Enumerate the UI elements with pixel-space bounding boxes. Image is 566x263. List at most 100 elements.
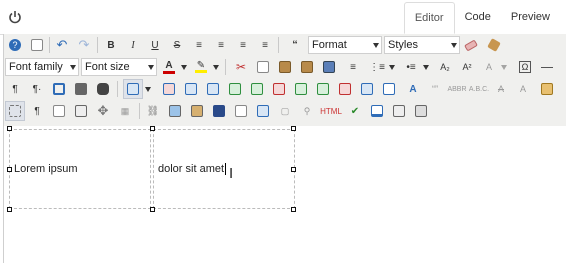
spellcheck-icon[interactable]: ✔ [345, 101, 365, 121]
quote-icon: “” [432, 84, 438, 94]
numbered-list-button[interactable]: ⋮≡ [367, 57, 387, 77]
find-icon[interactable] [93, 79, 113, 99]
delete-table-icon[interactable] [159, 79, 179, 99]
font-color-button[interactable]: A [159, 57, 179, 77]
delete-col-icon[interactable] [335, 79, 355, 99]
align-center-button[interactable]: ≡ [211, 35, 231, 55]
cell-2-text: dolor sit amet [158, 163, 225, 175]
horizontal-rule-icon[interactable] [537, 57, 557, 77]
paste-text-icon[interactable] [297, 57, 317, 77]
resize-handle-tl[interactable] [7, 126, 12, 131]
insert-col-after-icon[interactable] [313, 79, 333, 99]
resize-handle-tr[interactable] [291, 126, 296, 131]
nonbreaking-icon[interactable] [389, 101, 409, 121]
editor-content-area[interactable]: Lorem ipsum dolor sit amet Ⅰ [3, 126, 566, 263]
insert-row-before-icon[interactable] [225, 79, 245, 99]
undo-button[interactable]: ↶ [52, 35, 72, 55]
resize-handle-tm[interactable] [150, 126, 155, 131]
table-cell-2[interactable]: dolor sit amet [153, 129, 295, 209]
fullscreen-icon[interactable] [49, 79, 69, 99]
bullet-list-button[interactable]: •≡ [401, 57, 421, 77]
special-char-icon[interactable]: Ω [515, 57, 535, 77]
absolute-icon: ▦ [120, 105, 130, 116]
cell-1-text: Lorem ipsum [14, 163, 78, 175]
table-dropdown[interactable] [143, 79, 153, 99]
save-icon[interactable] [209, 101, 229, 121]
table-row-icon[interactable] [181, 79, 201, 99]
acronym-icon: A.B.C. [468, 85, 490, 93]
highlight-color-dropdown[interactable] [211, 57, 221, 77]
align-right-button[interactable]: ≡ [255, 35, 275, 55]
cut-icon[interactable]: ✂ [231, 57, 251, 77]
abbr-icon: ABBR [447, 85, 467, 93]
align-left-button[interactable]: ≡ [233, 35, 253, 55]
paste-word-icon[interactable] [319, 57, 339, 77]
underline-button[interactable]: U [145, 35, 165, 55]
resize-handle-mr[interactable] [291, 167, 296, 172]
code-icon[interactable]: HTML [320, 101, 342, 121]
template-icon[interactable] [49, 101, 69, 121]
superscript-button[interactable]: A² [457, 57, 477, 77]
bullet-list-dropdown[interactable] [421, 57, 431, 77]
redo-button[interactable]: ↷ [74, 35, 94, 55]
insert-layer-icon[interactable] [71, 101, 91, 121]
visual-aid-button[interactable] [5, 101, 25, 121]
delete-row-icon[interactable] [269, 79, 289, 99]
font-size-select[interactable]: Font size [81, 58, 157, 76]
direction-dropdown [499, 57, 509, 77]
subscript-button[interactable]: A₂ [435, 57, 455, 77]
align-justify-button[interactable]: ≡ [189, 35, 209, 55]
move-icon[interactable]: ✥ [93, 101, 113, 121]
font-family-select[interactable]: Font family [5, 58, 79, 76]
resize-handle-bm[interactable] [150, 207, 155, 212]
format-painter-icon[interactable] [484, 35, 504, 55]
table-cell-1[interactable]: Lorem ipsum [9, 129, 151, 209]
image-icon[interactable] [165, 101, 185, 121]
editor-toolbar: ? ↶ ↷ B I U S ≡ ≡ ≡ ≡ “ Format Styles Fo… [3, 34, 566, 127]
help-button[interactable]: ? [5, 35, 25, 55]
eraser-icon[interactable] [461, 35, 481, 55]
style-props-icon[interactable]: A [403, 79, 423, 99]
numbered-list-dropdown[interactable] [387, 57, 397, 77]
paste-icon[interactable] [275, 57, 295, 77]
paragraph-marks-button[interactable]: ¶ [5, 79, 25, 99]
show-blocks-button[interactable]: ¶ [27, 101, 47, 121]
italic-button[interactable]: I [123, 35, 143, 55]
table-cell-icon[interactable] [203, 79, 223, 99]
insert-table-button[interactable] [123, 79, 143, 99]
styles-select[interactable]: Styles [384, 36, 460, 54]
view-tabs: Editor Code Preview [403, 2, 560, 34]
power-icon[interactable] [8, 10, 22, 24]
new-document-button[interactable] [27, 35, 47, 55]
insert-col-before-icon[interactable] [291, 79, 311, 99]
tab-code[interactable]: Code [455, 2, 501, 34]
bold-button[interactable]: B [101, 35, 121, 55]
highlight-color-button[interactable]: ✎ [191, 57, 211, 77]
ins-icon: A [519, 84, 526, 94]
tab-preview[interactable]: Preview [501, 2, 560, 34]
copy-icon[interactable] [253, 57, 273, 77]
media-icon[interactable] [187, 101, 207, 121]
strikethrough-button[interactable]: S [167, 35, 187, 55]
paragraph-direction-button[interactable]: ¶· [27, 79, 47, 99]
page-break-icon[interactable] [367, 101, 387, 121]
preview-icon[interactable] [231, 101, 251, 121]
tab-editor[interactable]: Editor [403, 2, 455, 34]
content-table[interactable]: Lorem ipsum dolor sit amet [9, 129, 295, 209]
indent-icon[interactable]: ≡ [343, 57, 363, 77]
resize-handle-br[interactable] [291, 207, 296, 212]
document-props-icon[interactable] [253, 101, 273, 121]
insert-datetime-icon[interactable] [411, 101, 431, 121]
format-select[interactable]: Format [308, 36, 382, 54]
link-icon[interactable]: ⛓ [143, 101, 163, 121]
attribs-icon[interactable] [537, 79, 557, 99]
resize-handle-ml[interactable] [7, 167, 12, 172]
print-icon[interactable] [71, 79, 91, 99]
merge-cells-icon[interactable] [379, 79, 399, 99]
split-cells-icon[interactable] [357, 79, 377, 99]
insert-row-after-icon[interactable] [247, 79, 267, 99]
blockquote-button[interactable]: “ [285, 35, 305, 55]
resize-handle-bl[interactable] [7, 207, 12, 212]
header-bar: Editor Code Preview [0, 0, 566, 35]
font-color-dropdown[interactable] [179, 57, 189, 77]
